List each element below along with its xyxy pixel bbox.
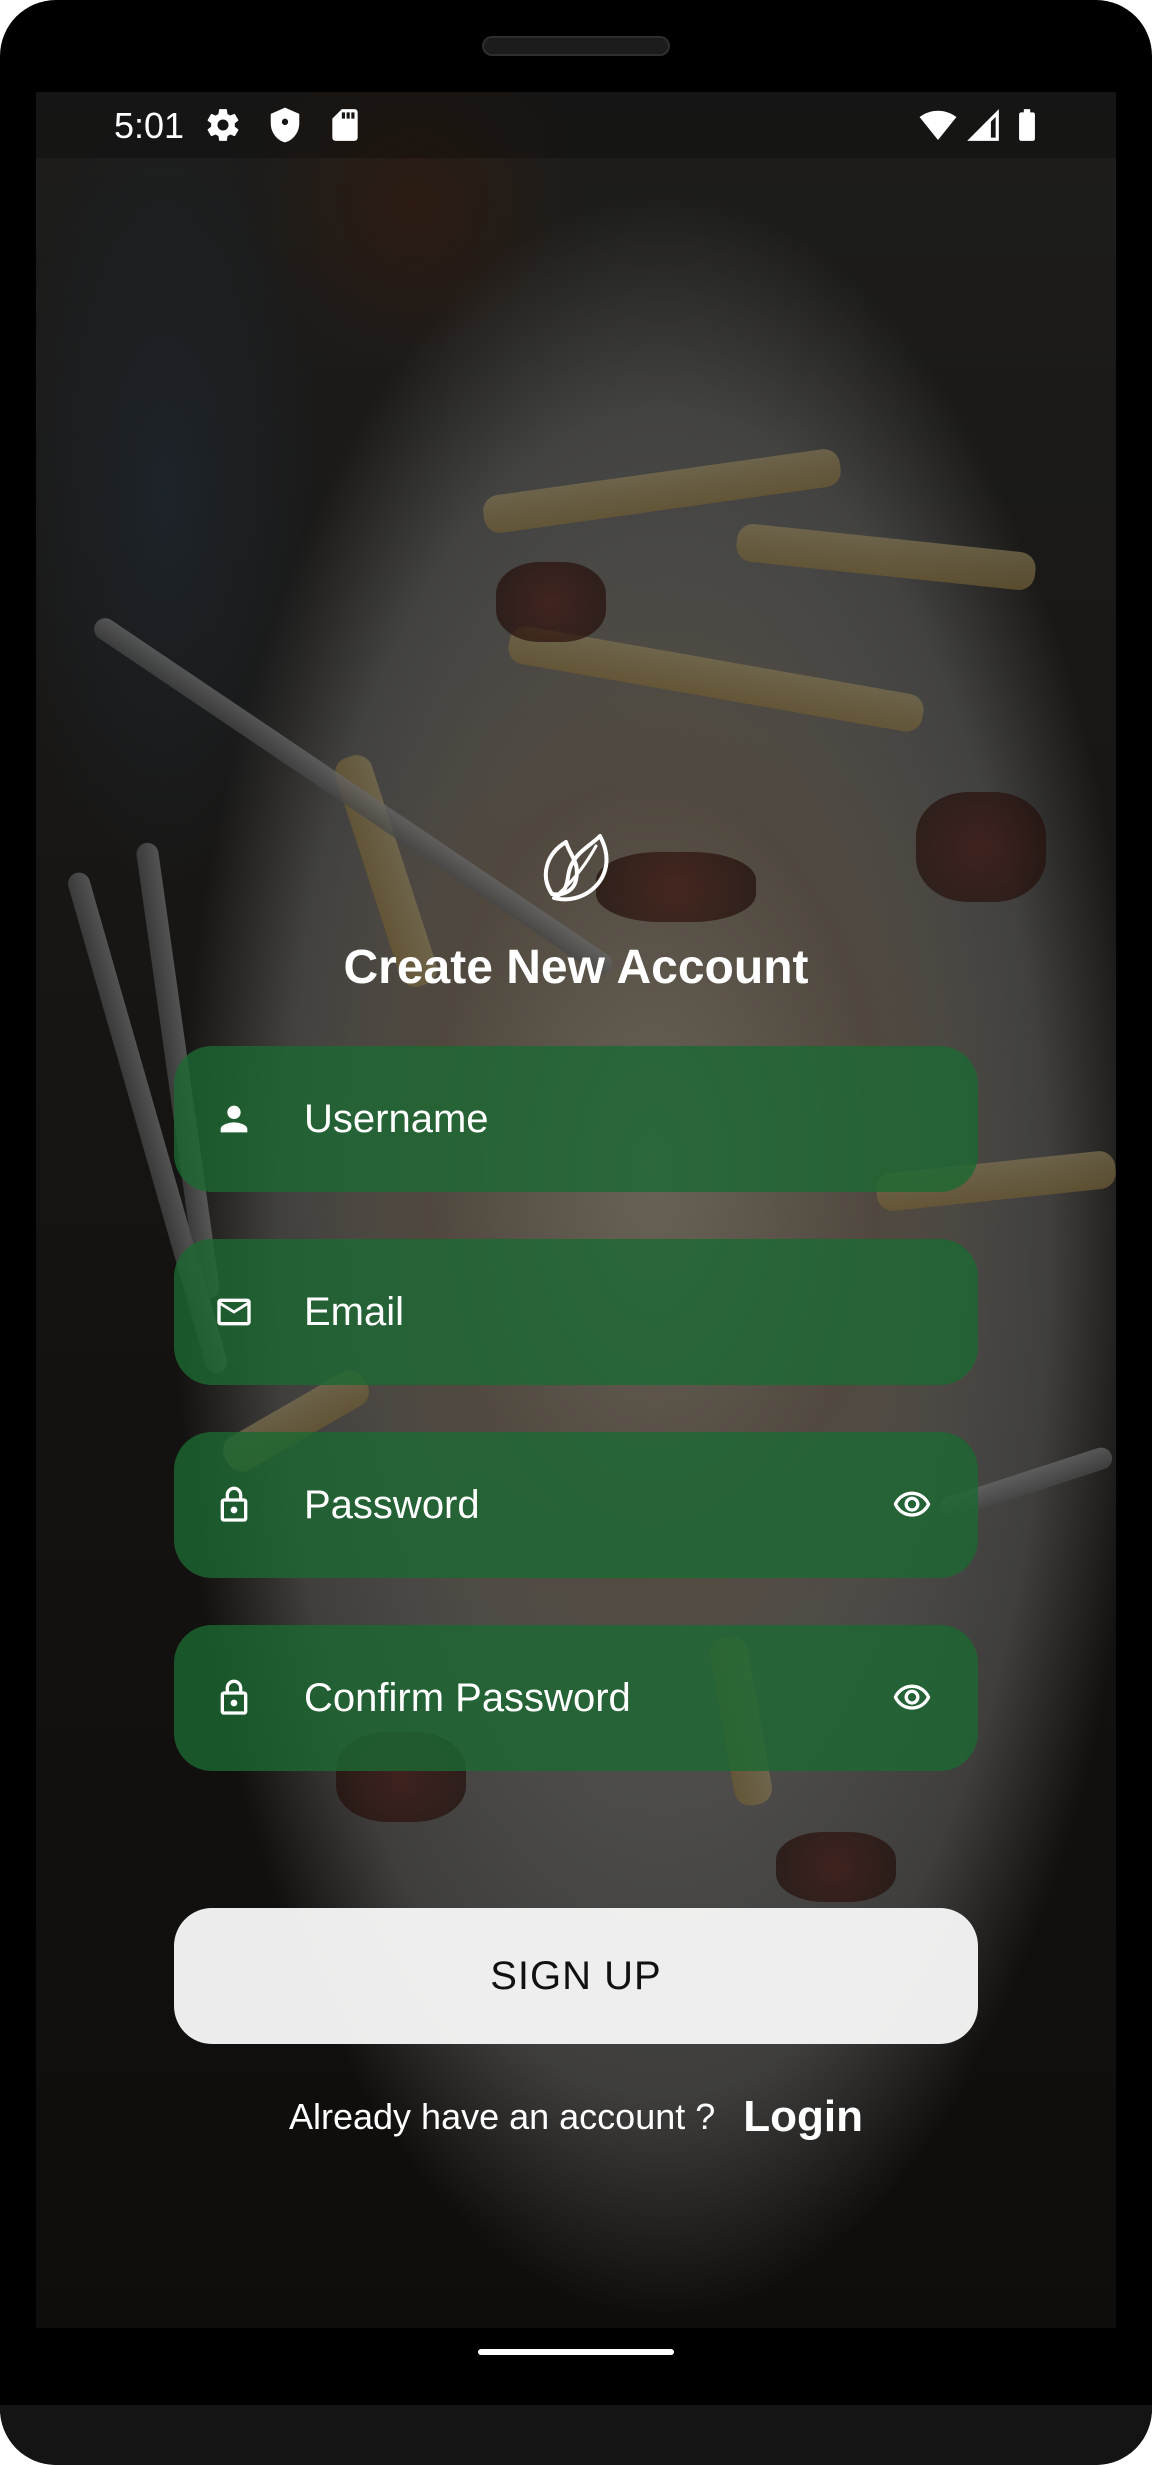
leaf-icon	[543, 834, 609, 902]
home-gesture-bar[interactable]	[478, 2349, 674, 2355]
email-field[interactable]: Email	[174, 1239, 978, 1385]
device-frame: 5:01 Create New Account Username Email P…	[0, 0, 1152, 2465]
signup-content: Create New Account Username Email Passwo…	[36, 92, 1116, 2328]
email-placeholder: Email	[304, 1290, 405, 1334]
person-icon	[220, 1105, 248, 1133]
confirm-password-field[interactable]: Confirm Password	[174, 1625, 978, 1771]
eye-icon[interactable]	[888, 1485, 936, 1525]
login-link[interactable]: Login	[743, 2092, 863, 2141]
lock-icon	[220, 1486, 248, 1522]
lock-icon	[220, 1679, 248, 1715]
username-placeholder: Username	[304, 1097, 489, 1141]
page-title: Create New Account	[343, 941, 809, 994]
confirm-password-placeholder: Confirm Password	[304, 1676, 631, 1720]
app-screen: 5:01 Create New Account Username Email P…	[36, 92, 1116, 2328]
login-row: Already have an account ? Login	[36, 2092, 1116, 2142]
login-prompt: Already have an account ?	[288, 2096, 716, 2137]
eye-icon[interactable]	[888, 1678, 936, 1718]
signup-button[interactable]: SIGN UP	[174, 1908, 978, 2044]
mail-icon	[217, 1298, 251, 1326]
username-field[interactable]: Username	[174, 1046, 978, 1192]
device-chin	[0, 2405, 1152, 2465]
earpiece-speaker	[482, 36, 670, 56]
password-field[interactable]: Password	[174, 1432, 978, 1578]
password-placeholder: Password	[304, 1483, 480, 1527]
